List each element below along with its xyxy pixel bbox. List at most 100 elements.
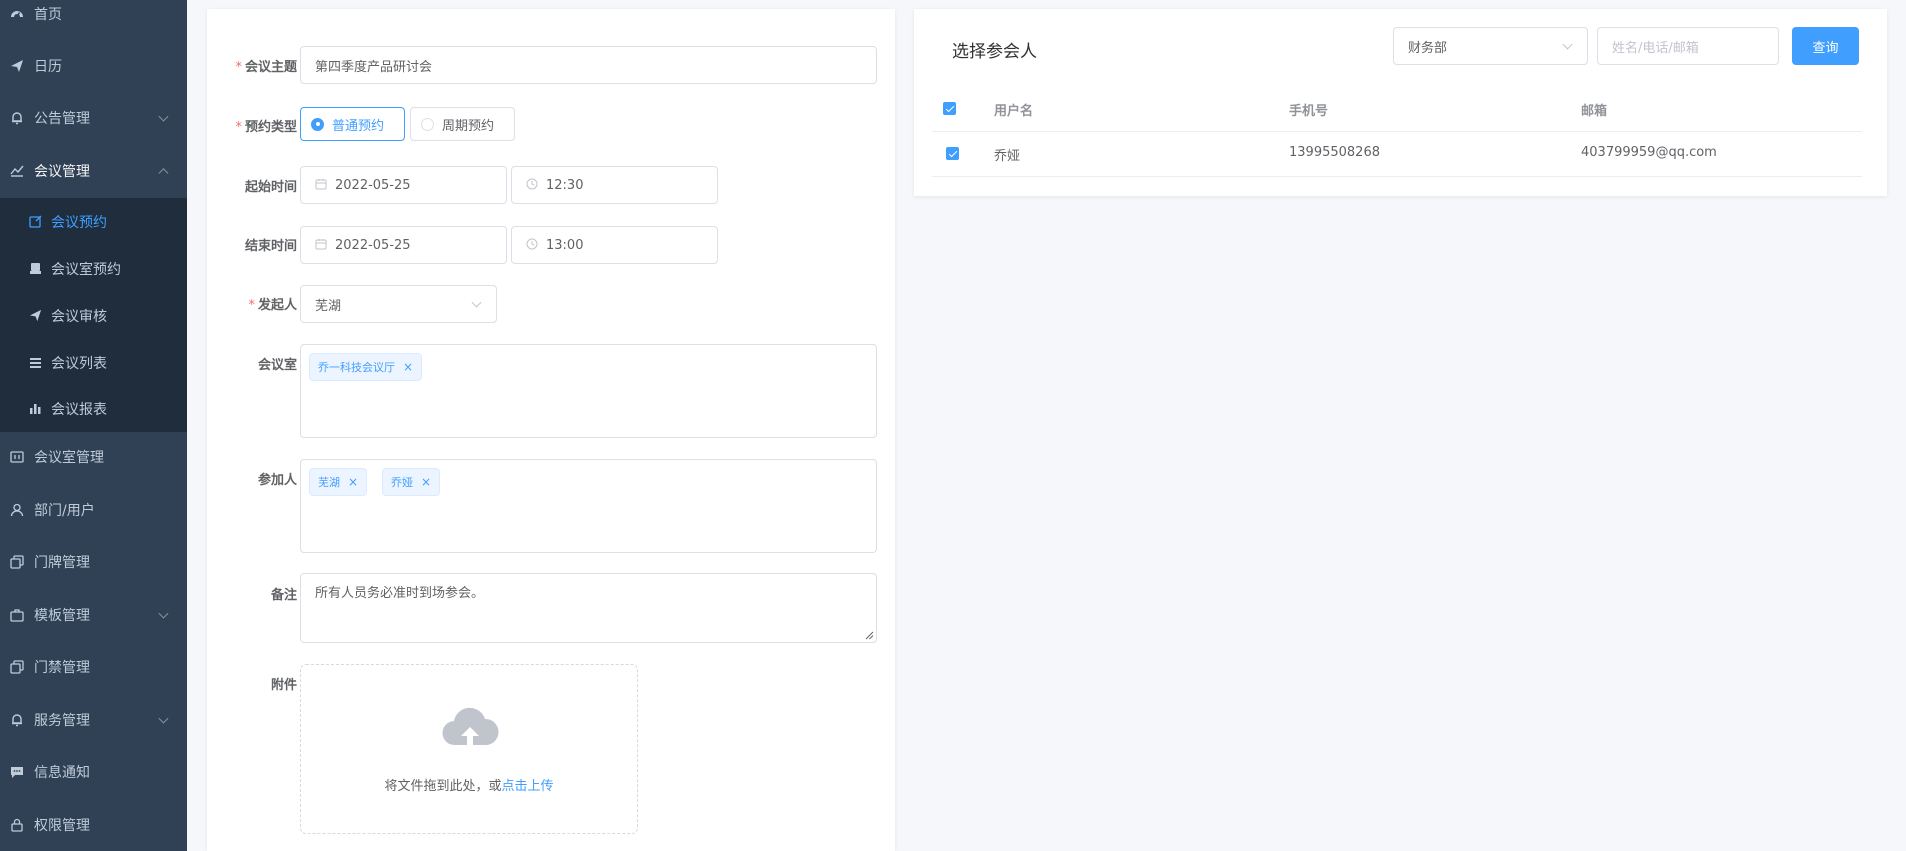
chevron-down-icon <box>1562 39 1573 50</box>
sidebar-subitem-meeting-booking[interactable]: 会议预约 <box>0 198 187 245</box>
participant-search-input[interactable]: 姓名/电话/邮箱 <box>1597 27 1779 65</box>
department-select[interactable]: 财务部 <box>1393 27 1588 65</box>
close-icon[interactable]: × <box>421 475 431 489</box>
table-divider <box>932 131 1862 132</box>
chevron-down-icon <box>158 713 169 724</box>
room-tag: 乔一科技会议厅 × <box>309 353 423 381</box>
sidebar-item-department-users[interactable]: 部门/用户 <box>0 485 187 535</box>
sidebar-item-home[interactable]: 首页 <box>0 0 187 39</box>
sidebar-item-notifications[interactable]: 信息通知 <box>0 747 187 797</box>
topic-label: * 会议主题 <box>235 60 297 75</box>
sidebar-item-room-management[interactable]: 会议室管理 <box>0 432 187 482</box>
bell-icon <box>8 109 26 127</box>
sidebar-item-label: 信息通知 <box>34 765 90 781</box>
select-all-checkbox[interactable] <box>943 102 956 115</box>
sidebar-subitem-label: 会议列表 <box>51 355 107 372</box>
room-tag-box[interactable]: 乔一科技会议厅 × <box>300 344 877 438</box>
participants-label: 参加人 <box>257 473 297 488</box>
table-cell-username: 乔娅 <box>994 149 1021 164</box>
column-header-email: 邮箱 <box>1581 104 1608 119</box>
dashboard-icon <box>8 5 26 23</box>
sidebar-item-label: 权限管理 <box>34 818 90 834</box>
table-divider <box>932 176 1862 177</box>
sidebar-subitem-room-booking[interactable]: 会议室预约 <box>0 245 187 292</box>
sidebar-subitem-label: 会议预约 <box>51 214 107 231</box>
initiator-label: * 发起人 <box>248 298 297 313</box>
send-icon <box>27 308 43 324</box>
initiator-select[interactable]: 芜湖 <box>300 285 497 323</box>
start-date-picker[interactable]: 2022-05-25 <box>300 166 507 204</box>
participant-selector-panel: 选择参会人 财务部 姓名/电话/邮箱 查询 用户名 手机号 邮箱 乔娅 1399… <box>914 9 1887 196</box>
sidebar: 首页 日历 公告管理 会议管理 会议预约 会议室预约 会议审核 会议列表 会议报… <box>0 0 187 851</box>
type-radio-normal[interactable]: 普通预约 <box>300 107 405 141</box>
chevron-up-icon <box>158 168 169 179</box>
board-icon <box>8 448 26 466</box>
remark-textarea[interactable]: 所有人员务必准时到场参会。 <box>300 573 877 643</box>
table-cell-email: 403799959@qq.com <box>1581 145 1717 160</box>
clock-icon <box>526 238 538 253</box>
sidebar-subitem-meeting-list[interactable]: 会议列表 <box>0 339 187 386</box>
end-time-label: 结束时间 <box>244 239 297 254</box>
table-cell-phone: 13995508268 <box>1289 145 1380 160</box>
participant-tag: 乔娅 × <box>382 468 441 496</box>
sidebar-item-service-management[interactable]: 服务管理 <box>0 695 187 745</box>
sidebar-subitem-label: 会议审核 <box>51 308 107 325</box>
edit-icon <box>27 214 43 230</box>
click-upload-link[interactable]: 点击上传 <box>502 779 554 794</box>
resize-grip-icon[interactable] <box>865 631 874 640</box>
sidebar-item-label: 公告管理 <box>34 111 90 127</box>
sidebar-item-label: 会议室管理 <box>34 450 104 466</box>
copy-icon <box>8 658 26 676</box>
sidebar-item-label: 服务管理 <box>34 713 90 729</box>
chevron-down-icon <box>158 608 169 619</box>
participants-tag-box[interactable]: 芜湖 × 乔娅 × <box>300 459 877 553</box>
send-icon <box>8 57 26 75</box>
sidebar-item-access-control[interactable]: 门禁管理 <box>0 642 187 692</box>
sidebar-item-permissions[interactable]: 权限管理 <box>0 800 187 850</box>
sidebar-item-template-management[interactable]: 模板管理 <box>0 590 187 640</box>
sidebar-item-label: 部门/用户 <box>34 503 95 519</box>
sidebar-item-meeting-management[interactable]: 会议管理 <box>0 146 187 196</box>
sidebar-item-announcements[interactable]: 公告管理 <box>0 93 187 143</box>
bar-chart-icon <box>27 401 43 417</box>
radio-dot-icon <box>421 117 434 131</box>
sidebar-item-label: 门禁管理 <box>34 660 90 676</box>
sidebar-subitem-label: 会议报表 <box>51 401 107 418</box>
bell-icon <box>8 711 26 729</box>
print-icon <box>27 261 43 277</box>
panel-title: 选择参会人 <box>952 42 1037 62</box>
column-header-phone: 手机号 <box>1289 104 1329 119</box>
end-time-picker[interactable]: 13:00 <box>511 226 718 264</box>
upload-hint: 将文件拖到此处，或点击上传 <box>384 779 554 794</box>
end-date-picker[interactable]: 2022-05-25 <box>300 226 507 264</box>
chevron-down-icon <box>471 297 482 308</box>
calendar-icon <box>315 178 327 193</box>
search-button[interactable]: 查询 <box>1792 27 1859 65</box>
start-time-picker[interactable]: 12:30 <box>511 166 718 204</box>
sidebar-item-label: 模板管理 <box>34 608 90 624</box>
participant-tag: 芜湖 × <box>309 468 368 496</box>
topic-input[interactable]: 第四季度产品研讨会 <box>300 46 877 84</box>
type-label: * 预约类型 <box>235 120 297 135</box>
sidebar-item-doorplate-management[interactable]: 门牌管理 <box>0 537 187 587</box>
briefcase-icon <box>8 606 26 624</box>
message-icon <box>8 763 26 781</box>
row-checkbox[interactable] <box>946 147 959 160</box>
calendar-icon <box>315 238 327 253</box>
close-icon[interactable]: × <box>403 360 413 374</box>
meeting-submenu: 会议预约 会议室预约 会议审核 会议列表 会议报表 <box>0 198 187 432</box>
cloud-upload-icon <box>442 707 499 746</box>
attachment-label: 附件 <box>270 678 297 693</box>
clock-icon <box>526 178 538 193</box>
sidebar-subitem-meeting-report[interactable]: 会议报表 <box>0 385 187 432</box>
sidebar-item-calendar[interactable]: 日历 <box>0 41 187 91</box>
start-time-label: 起始时间 <box>244 180 297 195</box>
sidebar-subitem-meeting-review[interactable]: 会议审核 <box>0 292 187 339</box>
lock-icon <box>8 816 26 834</box>
sidebar-item-label: 会议管理 <box>34 164 90 180</box>
user-icon <box>8 501 26 519</box>
close-icon[interactable]: × <box>348 475 358 489</box>
type-radio-recurring[interactable]: 周期预约 <box>410 107 515 141</box>
chevron-down-icon <box>158 111 169 122</box>
upload-dropzone[interactable]: 将文件拖到此处，或点击上传 <box>300 664 638 834</box>
